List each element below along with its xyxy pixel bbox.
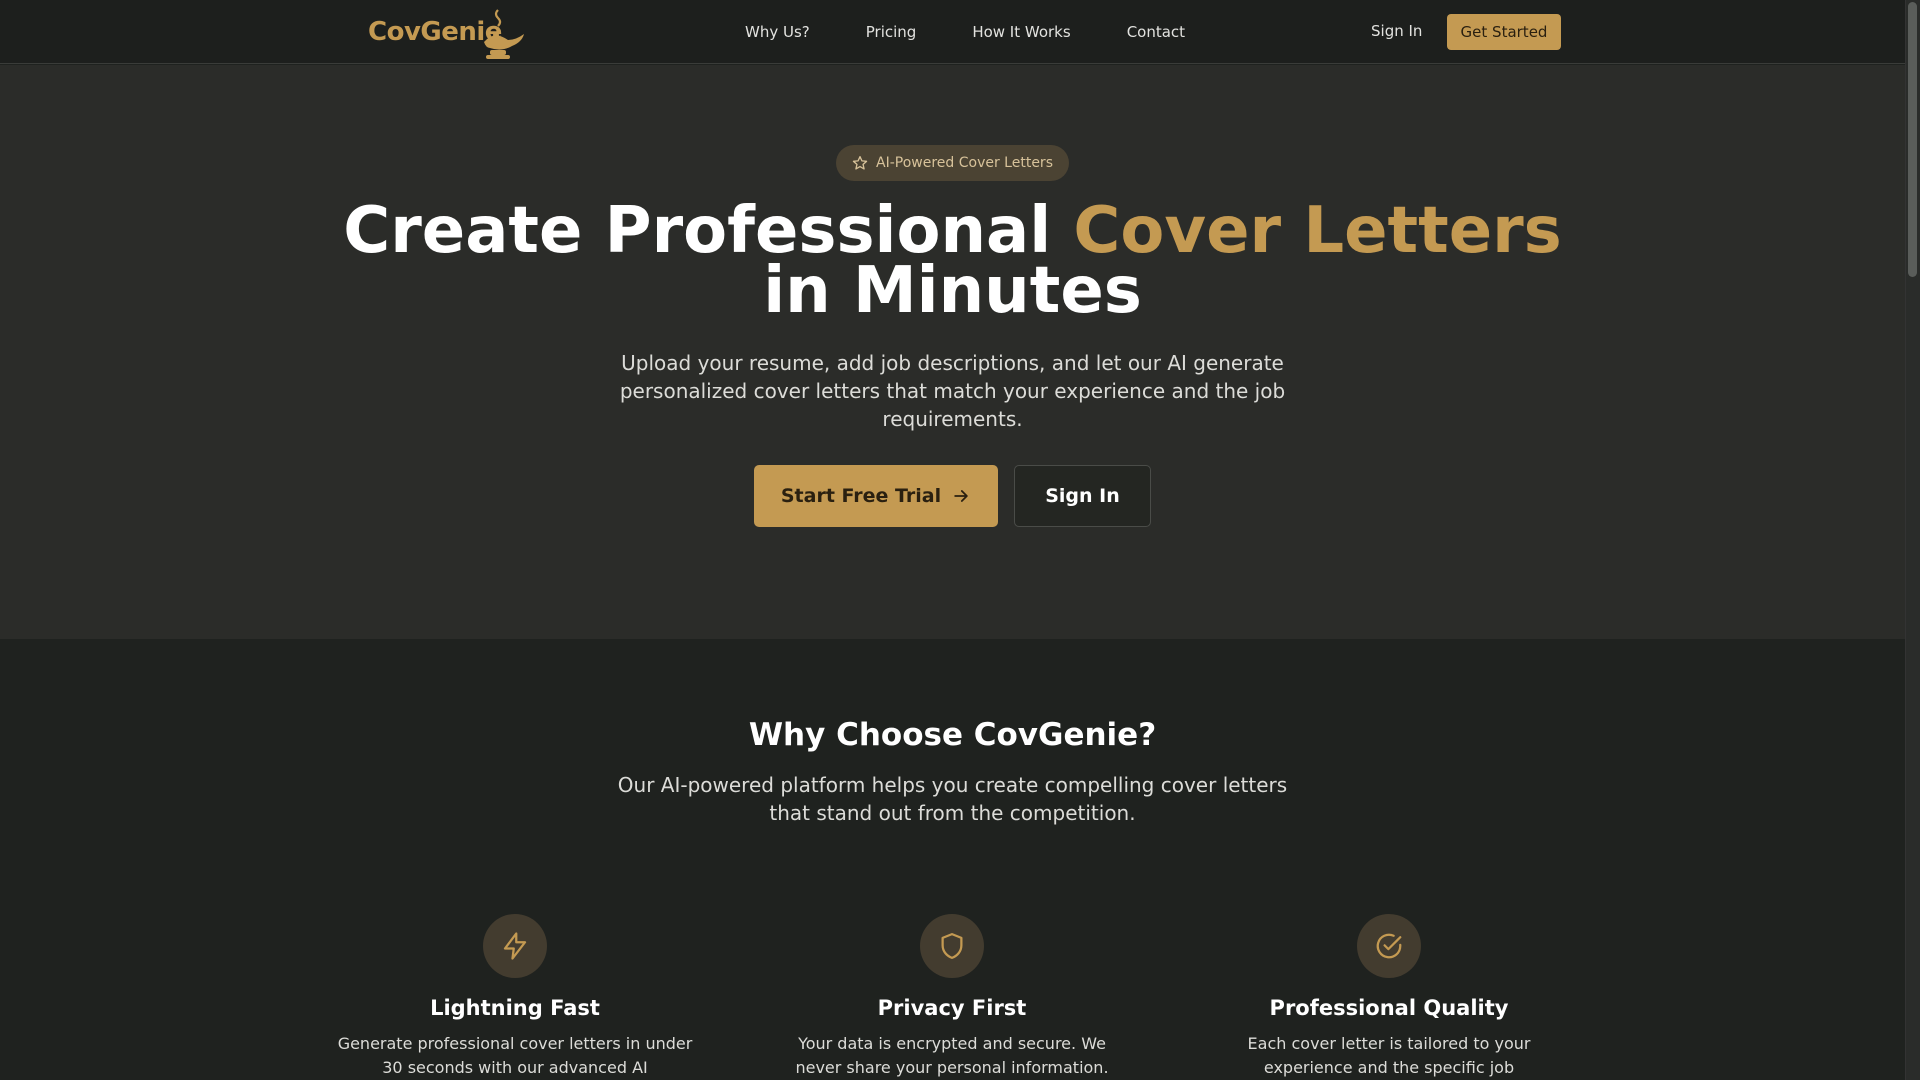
page: CovGenie Why Us? Pricing How It Works Co… (0, 0, 1905, 1080)
check-circle-icon (1376, 933, 1402, 959)
arrow-right-icon (954, 490, 968, 502)
nav-link-pricing[interactable]: Pricing (866, 23, 917, 41)
features-subtitle: Our AI-powered platform helps you create… (617, 773, 1288, 825)
hero-title: Create Professional Cover Letters in Min… (300, 199, 1605, 323)
feature-icon-circle (920, 914, 984, 978)
nav-link-why-us[interactable]: Why Us? (745, 23, 810, 41)
hero-section: AI-Powered Cover Letters Create Professi… (0, 65, 1905, 639)
ai-powered-badge: AI-Powered Cover Letters (836, 145, 1069, 181)
get-started-button[interactable]: Get Started (1447, 14, 1561, 50)
page-scrollbar[interactable] (1905, 0, 1920, 1080)
feature-card-professional-quality: Professional Quality Each cover letter i… (1199, 914, 1579, 1080)
feature-description: Each cover letter is tailored to your ex… (1247, 1034, 1531, 1077)
feature-title: Professional Quality (1269, 996, 1509, 1020)
lightning-icon (503, 932, 527, 960)
features-section: Why Choose CovGenie? Our AI-powered plat… (0, 639, 1905, 1080)
features-title: Why Choose CovGenie? (748, 717, 1157, 753)
feature-title: Lightning Fast (430, 996, 600, 1020)
feature-icon-circle (483, 914, 547, 978)
star-icon (852, 156, 868, 170)
top-navbar: CovGenie Why Us? Pricing How It Works Co… (0, 0, 1905, 64)
nav-links: Why Us? Pricing How It Works Contact (745, 0, 1185, 64)
feature-title: Privacy First (877, 996, 1027, 1020)
feature-description: Your data is encrypted and secure. We ne… (795, 1034, 1109, 1077)
nav-link-how-it-works[interactable]: How It Works (972, 23, 1070, 41)
feature-description: Generate professional cover letters in u… (337, 1034, 693, 1077)
logo[interactable]: CovGenie (368, 4, 528, 60)
nav-link-contact[interactable]: Contact (1127, 23, 1185, 41)
start-free-trial-button[interactable]: Start Free Trial (754, 465, 998, 527)
hero-title-part2: in Minutes (763, 254, 1142, 328)
feature-card-privacy-first: Privacy First Your data is encrypted and… (762, 914, 1142, 1080)
hero-sign-in-button[interactable]: Sign In (1014, 465, 1151, 527)
shield-icon (941, 933, 963, 959)
hero-subtitle: Upload your resume, add job descriptions… (619, 351, 1286, 431)
feature-icon-circle (1357, 914, 1421, 978)
nav-sign-in-link[interactable]: Sign In (1371, 22, 1422, 40)
hero-title-accent: Cover Letters (1073, 194, 1562, 268)
scrollbar-thumb[interactable] (1908, 2, 1917, 277)
start-free-trial-label: Start Free Trial (780, 485, 942, 507)
genie-lamp-icon (484, 9, 524, 59)
badge-label: AI-Powered Cover Letters (876, 155, 1053, 171)
feature-card-lightning-fast: Lightning Fast Generate professional cov… (325, 914, 705, 1080)
